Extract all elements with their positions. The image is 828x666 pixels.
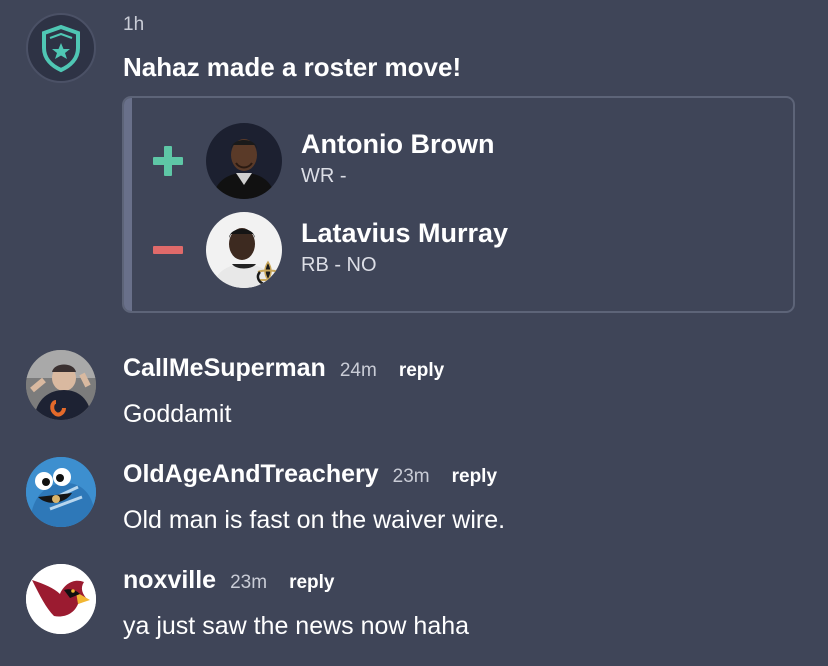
- roster-move-add: Antonio Brown WR -: [124, 123, 793, 203]
- comment-timestamp: 23m: [392, 466, 430, 487]
- player-position: RB - NO: [301, 254, 377, 276]
- minus-icon: [153, 246, 183, 254]
- post-timestamp: 1h: [123, 14, 145, 35]
- reply-button[interactable]: reply: [289, 572, 334, 594]
- comment-author[interactable]: OldAgeAndTreachery: [123, 460, 379, 489]
- player-position: WR -: [301, 165, 347, 187]
- comment-text: ya just saw the news now haha: [123, 612, 470, 640]
- league-bot-avatar[interactable]: [26, 13, 96, 83]
- comment-timestamp: 23m: [230, 572, 268, 593]
- post-title: Nahaz made a roster move!: [123, 52, 462, 82]
- shield-star-icon: [42, 24, 80, 73]
- player-photo-antonio-brown[interactable]: [206, 123, 282, 199]
- comment-timestamp: 24m: [339, 360, 377, 381]
- comment-text: Goddamit: [123, 400, 232, 428]
- comment-author[interactable]: CallMeSuperman: [123, 354, 326, 383]
- comment: noxville 23m reply ya just saw the news …: [0, 566, 828, 666]
- player-photo-latavius-murray[interactable]: [206, 212, 282, 288]
- roster-move-card: Antonio Brown WR - Latavius Murray RB - …: [122, 96, 795, 313]
- comment: CallMeSuperman 24m reply Goddamit: [0, 354, 828, 454]
- player-name[interactable]: Latavius Murray: [301, 218, 508, 249]
- comment-text: Old man is fast on the waiver wire.: [123, 506, 506, 534]
- reply-button[interactable]: reply: [452, 466, 497, 488]
- roster-move-drop: Latavius Murray RB - NO: [124, 212, 793, 292]
- comment-author[interactable]: noxville: [123, 566, 216, 595]
- plus-icon: [153, 146, 183, 176]
- player-name[interactable]: Antonio Brown: [301, 129, 494, 160]
- reply-button[interactable]: reply: [399, 360, 444, 382]
- comment: OldAgeAndTreachery 23m reply Old man is …: [0, 460, 828, 560]
